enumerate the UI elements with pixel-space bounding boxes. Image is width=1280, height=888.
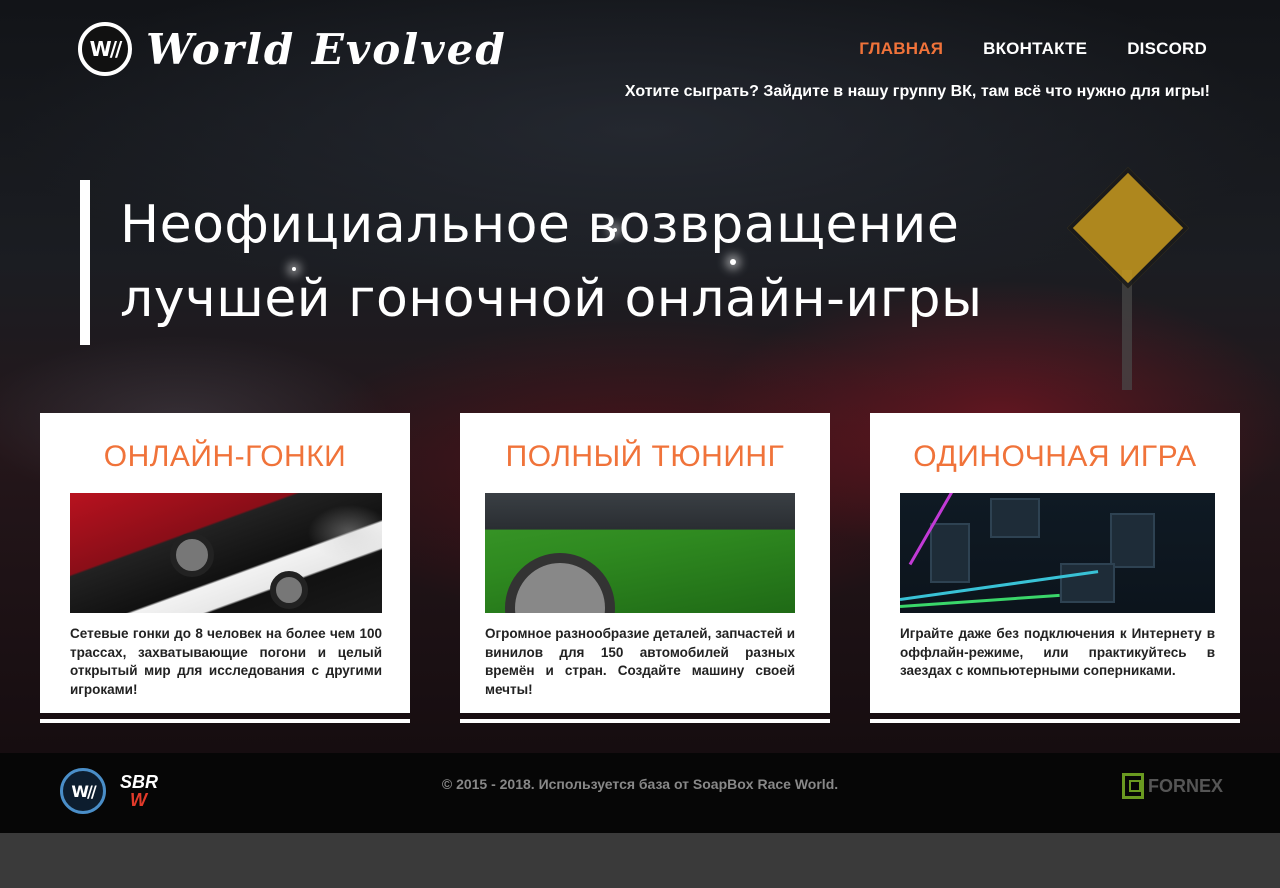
logo-badge-icon: W// [78, 22, 132, 76]
feature-card-tuning: ПОЛНЫЙ ТЮНИНГ Огромное разнообразие дета… [460, 413, 830, 723]
fornex-logo[interactable]: FORNEX [1121, 773, 1223, 799]
road-sign [1067, 167, 1189, 289]
card-description: Сетевые гонки до 8 человек на более чем … [70, 626, 382, 697]
hero-title-line-2: лучшей гоночной онлайн-игры [120, 269, 983, 329]
hero-title-block: Неофициальное возвращение лучшей гоночно… [80, 180, 983, 345]
fornex-icon [1121, 773, 1144, 799]
hero-title: Неофициальное возвращение лучшей гоночно… [120, 188, 983, 336]
site-logo[interactable]: W// World Evolved [78, 22, 507, 76]
nav-item-discord[interactable]: DISCORD [1127, 39, 1207, 59]
copyright-text: © 2015 - 2018. Используется база от Soap… [441, 776, 839, 792]
card-image-online-racing [70, 493, 382, 613]
site-footer: W// SBR W © 2015 - 2018. Используется ба… [0, 753, 1280, 833]
card-title: ОДИНОЧНАЯ ИГРА [913, 440, 1197, 473]
map-block [990, 498, 1040, 538]
card-image-tuning [485, 493, 795, 613]
map-block [930, 523, 970, 583]
nav-item-vkontakte[interactable]: ВКОНТАКТЕ [983, 39, 1087, 59]
hero-title-line-1: Неофициальное возвращение [120, 195, 960, 255]
feature-card-single: ОДИНОЧНАЯ ИГРА Играйте даже без подключе… [870, 413, 1240, 723]
card-description: Играйте даже без подключения к Интернету… [900, 626, 1215, 678]
header-tagline: Хотите сыграть? Зайдите в нашу группу ВК… [624, 83, 1210, 100]
card-title: ОНЛАЙН-ГОНКИ [103, 440, 347, 473]
nav-item-home[interactable]: ГЛАВНАЯ [859, 39, 943, 59]
sbrw-logo-bottom: W [130, 790, 147, 810]
car-wheel [270, 571, 308, 609]
map-block [1060, 563, 1115, 603]
card-description: Огромное разнообразие деталей, запчастей… [485, 626, 795, 697]
feature-card-online: ОНЛАЙН-ГОНКИ Сетевые гонки до 8 человек … [40, 413, 410, 723]
fornex-text: FORNEX [1147, 775, 1223, 796]
card-title: ПОЛНЫЙ ТЮНИНГ [505, 440, 785, 473]
map-block [1110, 513, 1155, 568]
card-image-single-player [900, 493, 1215, 613]
main-nav: ГЛАВНАЯ ВКОНТАКТЕ DISCORD [859, 39, 1207, 59]
car-wheel [170, 533, 214, 577]
car-wheel [505, 553, 615, 613]
logo-text: World Evolved [146, 24, 507, 74]
